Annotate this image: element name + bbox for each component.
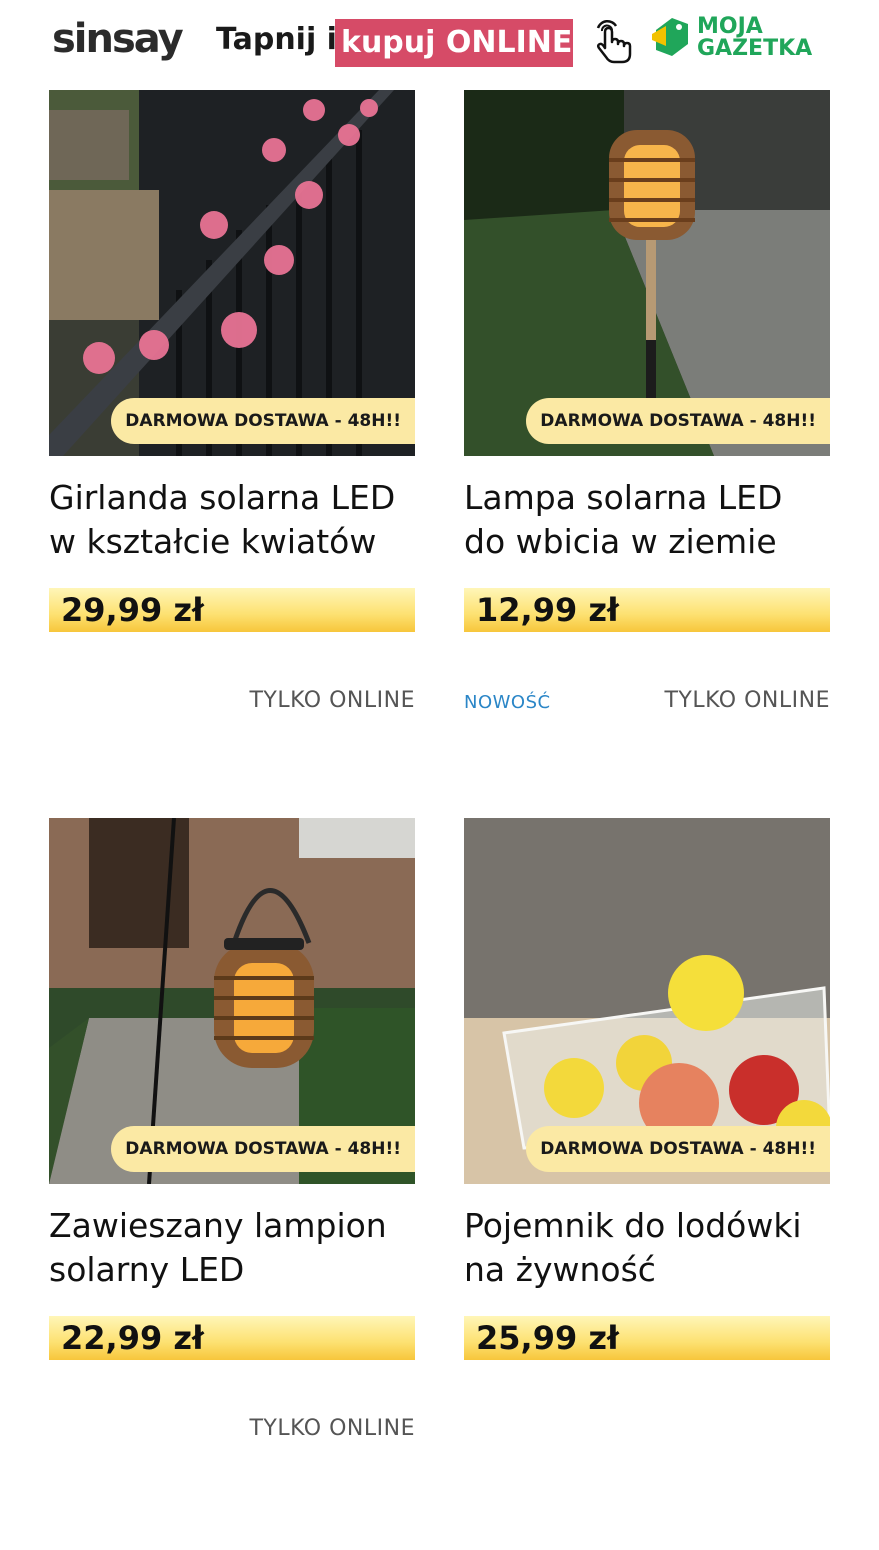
product-image[interactable]: DARMOWA DOSTAWA - 48H!! — [464, 818, 830, 1184]
tap-hand-icon — [596, 19, 632, 64]
new-label: NOWOŚĆ — [464, 692, 551, 713]
product-title: Zawieszany lampion solarny LED — [49, 1204, 419, 1292]
title-line1: Girlanda solarna LED — [49, 478, 396, 517]
online-only-label: TYLKO ONLINE — [249, 1416, 415, 1441]
title-line1: Lampa solarna LED — [464, 478, 783, 517]
product-card-lampa[interactable]: DARMOWA DOSTAWA - 48H!! Lampa solarna LE… — [464, 90, 830, 730]
partner-line2: GAZETKA — [697, 36, 813, 61]
product-image[interactable]: DARMOWA DOSTAWA - 48H!! — [464, 90, 830, 456]
title-line1: Pojemnik do lodówki — [464, 1206, 802, 1245]
title-line2: do wbicia w ziemie — [464, 522, 777, 561]
price-band: 12,99 zł — [464, 588, 830, 632]
title-line2: w kształcie kwiatów — [49, 522, 377, 561]
free-delivery-badge: DARMOWA DOSTAWA - 48H!! — [526, 398, 830, 444]
price-band: 29,99 zł — [49, 588, 415, 632]
product-card-girlanda[interactable]: DARMOWA DOSTAWA - 48H!! Girlanda solarna… — [49, 90, 415, 730]
tagline-highlight[interactable]: kupuj ONLINE — [335, 19, 573, 67]
moja-gazetka-logo[interactable]: MOJA GAZETKA — [697, 16, 812, 60]
price-value: 25,99 zł — [476, 1319, 619, 1357]
title-line2: na żywność — [464, 1250, 656, 1289]
product-title: Lampa solarna LED do wbicia w ziemie — [464, 476, 834, 564]
partner-line1: MOJA — [697, 14, 763, 39]
price-band: 25,99 zł — [464, 1316, 830, 1360]
product-title: Girlanda solarna LED w kształcie kwiatów — [49, 476, 419, 564]
product-card-lampion[interactable]: DARMOWA DOSTAWA - 48H!! Zawieszany lampi… — [49, 818, 415, 1458]
price-value: 29,99 zł — [61, 591, 204, 629]
title-line1: Zawieszany lampion — [49, 1206, 387, 1245]
product-image[interactable]: DARMOWA DOSTAWA - 48H!! — [49, 818, 415, 1184]
product-card-pojemnik[interactable]: DARMOWA DOSTAWA - 48H!! Pojemnik do lodó… — [464, 818, 830, 1458]
sinsay-logo: sinsay — [52, 16, 184, 62]
product-title: Pojemnik do lodówki na żywność — [464, 1204, 834, 1292]
price-band: 22,99 zł — [49, 1316, 415, 1360]
price-value: 22,99 zł — [61, 1319, 204, 1357]
title-line2: solarny LED — [49, 1250, 245, 1289]
online-only-label: TYLKO ONLINE — [249, 688, 415, 713]
price-value: 12,99 zł — [476, 591, 619, 629]
free-delivery-badge: DARMOWA DOSTAWA - 48H!! — [111, 1126, 415, 1172]
product-image[interactable]: DARMOWA DOSTAWA - 48H!! — [49, 90, 415, 456]
free-delivery-badge: DARMOWA DOSTAWA - 48H!! — [526, 1126, 830, 1172]
tagline-prefix: Tapnij i — [216, 22, 337, 57]
promo-header[interactable]: sinsay Tapnij i kupuj ONLINE MOJA GAZETK… — [0, 0, 879, 90]
moja-gazetka-tag-icon — [652, 18, 688, 56]
free-delivery-badge: DARMOWA DOSTAWA - 48H!! — [111, 398, 415, 444]
online-only-label: TYLKO ONLINE — [664, 688, 830, 713]
